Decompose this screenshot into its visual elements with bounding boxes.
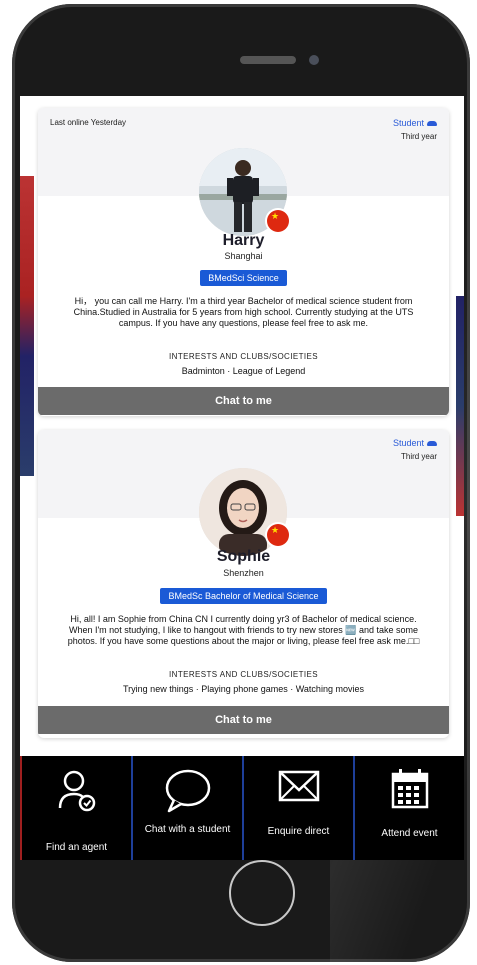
- tab-label: Find an agent: [45, 842, 108, 853]
- speaker-grille: [240, 56, 296, 64]
- home-button[interactable]: [229, 860, 295, 926]
- tab-attend-event[interactable]: Attend event: [355, 756, 464, 860]
- background-edge-left: [20, 176, 34, 476]
- find-agent-icon: [54, 768, 100, 817]
- china-flag-icon: ★: [267, 524, 289, 546]
- chat-to-me-button[interactable]: Chat to me: [38, 706, 449, 734]
- tab-chat-student[interactable]: Chat with a student: [133, 756, 244, 860]
- student-city: Shanghai: [224, 251, 263, 261]
- tab-label: Enquire direct: [267, 826, 330, 837]
- student-year-label: Third year: [400, 132, 437, 141]
- student-bio: Hi， you can call me Harry. I'm a third y…: [73, 296, 414, 328]
- student-role-label: Student: [392, 118, 424, 128]
- screen: Last online Yesterday Student Third year…: [20, 96, 464, 756]
- tab-enquire-direct[interactable]: Enquire direct: [244, 756, 355, 860]
- student-card-sophie: Student Third year ★ Sophie Shenzhen BMe…: [38, 430, 449, 738]
- graduation-cap-icon: [427, 121, 437, 127]
- interests-heading: INTERESTS AND CLUBS/SOCIETIES: [169, 670, 318, 679]
- student-name: Sophie: [216, 548, 271, 565]
- last-online-label: Last online Yesterday: [50, 118, 127, 127]
- student-bio: Hi, all! I am Sophie from China CN I cur…: [67, 614, 420, 646]
- student-role-badge: Student: [393, 118, 437, 128]
- envelope-icon: [277, 768, 321, 807]
- course-label: BMedSc Bachelor of Medical Science: [160, 588, 327, 604]
- calendar-icon: [390, 768, 430, 813]
- student-card-harry: Last online Yesterday Student Third year…: [38, 108, 449, 416]
- course-badge: BMedSc Bachelor of Medical Science: [38, 586, 449, 604]
- student-year-label: Third year: [400, 452, 437, 461]
- student-name: Harry: [222, 232, 265, 249]
- student-city: Shenzhen: [223, 568, 264, 578]
- tab-label: Attend event: [381, 828, 438, 839]
- student-role-label: Student: [392, 438, 424, 448]
- interests-list: Trying new things · Playing phone games …: [123, 684, 364, 694]
- chat-to-me-button[interactable]: Chat to me: [38, 387, 449, 415]
- bottom-tab-bar: Find an agent Chat with a student Enquir…: [20, 756, 464, 860]
- student-role-badge: Student: [393, 438, 437, 448]
- interests-heading: INTERESTS AND CLUBS/SOCIETIES: [169, 352, 318, 361]
- course-badge: BMedSci Science: [38, 268, 449, 286]
- interests-list: Badminton · League of Legend: [181, 366, 306, 376]
- china-flag-icon: ★: [267, 210, 289, 232]
- graduation-cap-icon: [427, 441, 437, 447]
- front-camera: [309, 55, 319, 65]
- tab-find-agent[interactable]: Find an agent: [20, 756, 133, 860]
- background-edge-right: [456, 296, 464, 516]
- course-label: BMedSci Science: [200, 270, 287, 286]
- chat-bubble-icon: [163, 768, 213, 817]
- tab-label: Chat with a student: [144, 824, 231, 835]
